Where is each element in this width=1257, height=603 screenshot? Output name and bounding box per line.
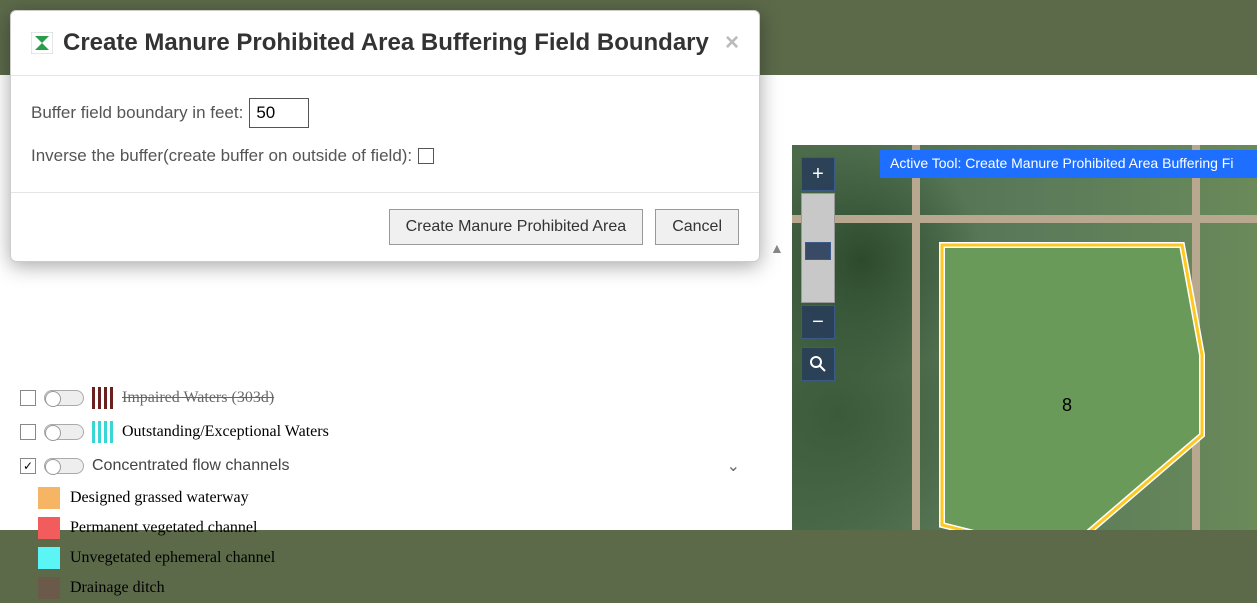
layer-swatch: [38, 577, 60, 599]
app-logo-icon: [31, 32, 53, 54]
create-area-button[interactable]: Create Manure Prohibited Area: [389, 209, 644, 245]
layer-opacity-toggle[interactable]: [44, 424, 84, 440]
layer-label: Impaired Waters (303d): [122, 389, 274, 407]
layer-checkbox[interactable]: [20, 424, 36, 440]
sublayer-label: Drainage ditch: [70, 579, 165, 597]
layer-swatch: [38, 517, 60, 539]
sublayer-label: Permanent vegetated channel: [70, 519, 257, 537]
sublayer-label: Unvegetated ephemeral channel: [70, 549, 275, 567]
map-road: [912, 145, 920, 530]
buffer-dialog: Create Manure Prohibited Area Buffering …: [10, 10, 760, 262]
layer-label: Outstanding/Exceptional Waters: [122, 423, 329, 441]
dialog-title: Create Manure Prohibited Area Buffering …: [63, 29, 709, 57]
map-search-button[interactable]: [801, 347, 835, 381]
dialog-body: Buffer field boundary in feet: Inverse t…: [11, 76, 759, 192]
zoom-out-button[interactable]: −: [801, 305, 835, 339]
layer-opacity-toggle[interactable]: [44, 390, 84, 406]
buffer-distance-row: Buffer field boundary in feet:: [31, 98, 739, 128]
map-road: [792, 215, 1257, 223]
close-icon[interactable]: ×: [725, 31, 739, 55]
sublayer-row: Designed grassed waterway: [20, 483, 760, 513]
inverse-buffer-row: Inverse the buffer(create buffer on outs…: [31, 146, 739, 166]
buffer-distance-label: Buffer field boundary in feet:: [31, 103, 243, 123]
layer-row-outstanding: Outstanding/Exceptional Waters: [20, 415, 760, 449]
layer-checkbox[interactable]: [20, 390, 36, 406]
field-number-label: 8: [1062, 395, 1072, 416]
layer-swatch: [38, 547, 60, 569]
map-zoom-controls: + −: [801, 157, 835, 383]
active-tool-text: Active Tool: Create Manure Prohibited Ar…: [890, 155, 1233, 171]
layer-checkbox[interactable]: ✓: [20, 458, 36, 474]
active-tool-banner: Active Tool: Create Manure Prohibited Ar…: [880, 150, 1257, 178]
dialog-header: Create Manure Prohibited Area Buffering …: [11, 11, 759, 76]
sublayer-row: Drainage ditch: [20, 573, 760, 603]
layer-row-impaired: Impaired Waters (303d): [20, 381, 760, 415]
layer-swatch: [92, 421, 114, 443]
dialog-footer: Create Manure Prohibited Area Cancel: [11, 192, 759, 261]
panel-collapse-icon[interactable]: ▲: [770, 240, 784, 256]
sublayer-label: Designed grassed waterway: [70, 489, 249, 507]
chevron-down-icon[interactable]: ⌄: [727, 456, 740, 476]
layers-panel: Impaired Waters (303d) Outstanding/Excep…: [20, 385, 760, 603]
buffer-distance-input[interactable]: [249, 98, 309, 128]
inverse-buffer-checkbox[interactable]: [418, 148, 434, 164]
layer-opacity-toggle[interactable]: [44, 458, 84, 474]
sublayer-row: Permanent vegetated channel: [20, 513, 760, 543]
map-viewport[interactable]: 8: [792, 145, 1257, 530]
layer-row-concentrated: ✓ Concentrated flow channels ⌄: [20, 449, 760, 483]
minus-icon: −: [812, 311, 824, 334]
zoom-slider-handle[interactable]: [805, 242, 831, 260]
field-boundary-polygon[interactable]: [932, 235, 1212, 530]
inverse-buffer-label: Inverse the buffer(create buffer on outs…: [31, 146, 412, 166]
search-icon: [809, 355, 827, 373]
layer-label: Concentrated flow channels: [92, 457, 289, 475]
cancel-button[interactable]: Cancel: [655, 209, 739, 245]
sublayer-row: Unvegetated ephemeral channel: [20, 543, 760, 573]
zoom-in-button[interactable]: +: [801, 157, 835, 191]
zoom-slider[interactable]: [801, 193, 835, 303]
layer-swatch: [92, 387, 114, 409]
layer-swatch: [38, 487, 60, 509]
plus-icon: +: [812, 163, 824, 186]
